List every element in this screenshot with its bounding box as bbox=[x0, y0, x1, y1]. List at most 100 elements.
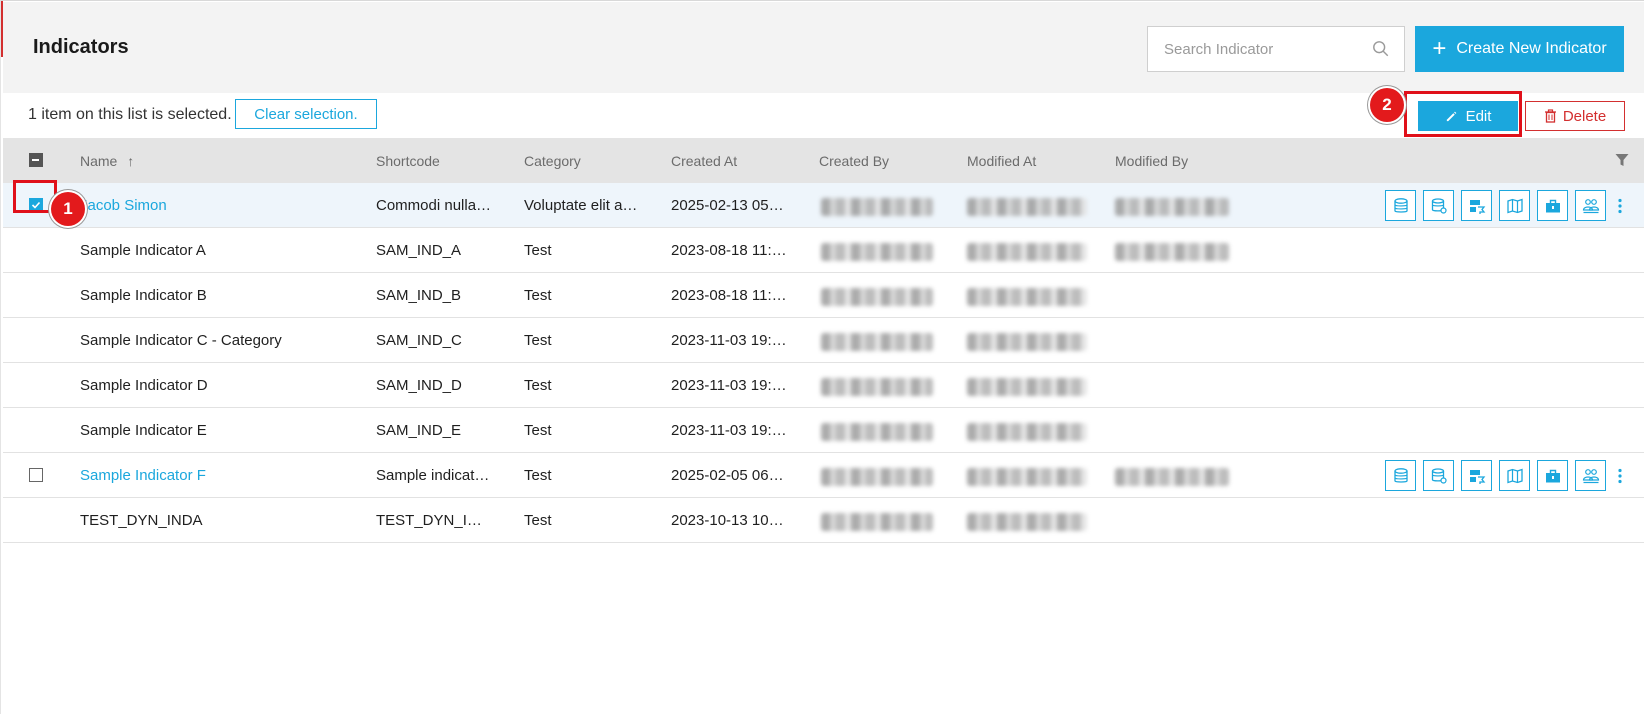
table-row[interactable]: Sample Indicator A SAM_IND_A Test 2023-08-1… bbox=[3, 228, 1644, 273]
database-icon bbox=[1392, 197, 1410, 215]
create-new-indicator-label: Create New Indicator bbox=[1456, 40, 1607, 57]
database-icon bbox=[1392, 467, 1410, 485]
cell-category: Test bbox=[524, 512, 552, 529]
row-actions bbox=[1385, 190, 1627, 221]
trash-icon bbox=[1544, 109, 1556, 123]
cell-created-at: 2023-11-03 19:… bbox=[671, 422, 787, 439]
cell-name: Sample Indicator B bbox=[80, 287, 207, 304]
column-header-name[interactable]: Name ↑ bbox=[80, 153, 134, 169]
layout-flag-action-button[interactable] bbox=[1461, 460, 1492, 491]
briefcase-lock-icon bbox=[1544, 197, 1562, 215]
indicators-table: Name ↑ Shortcode Category Created At Cre… bbox=[3, 138, 1644, 543]
created-by-redacted bbox=[821, 423, 933, 441]
layout-flag-icon bbox=[1468, 467, 1486, 485]
modified-by-redacted bbox=[1115, 468, 1229, 486]
cell-shortcode: SAM_IND_E bbox=[376, 422, 462, 439]
database-action-button[interactable] bbox=[1385, 190, 1416, 221]
modified-by-redacted bbox=[1115, 198, 1229, 216]
cell-name: TEST_DYN_INDA bbox=[80, 512, 203, 529]
database-action-button[interactable] bbox=[1385, 460, 1416, 491]
cell-category: Test bbox=[524, 422, 552, 439]
cell-created-at: 2023-11-03 19:… bbox=[671, 377, 787, 394]
delete-button[interactable]: Delete bbox=[1525, 101, 1625, 131]
annotation-highlight-edit bbox=[1404, 91, 1522, 137]
map-icon bbox=[1506, 467, 1524, 485]
database-settings-icon bbox=[1430, 197, 1448, 215]
layout-flag-icon bbox=[1468, 197, 1486, 215]
modified-at-redacted bbox=[967, 513, 1087, 531]
modified-by-redacted bbox=[1115, 243, 1229, 261]
created-by-redacted bbox=[821, 513, 933, 531]
modified-at-redacted bbox=[967, 333, 1087, 351]
search-box[interactable] bbox=[1147, 26, 1405, 72]
table-row[interactable]: Sample Indicator F Sample indicat… Test 202… bbox=[3, 453, 1644, 498]
plus-icon: + bbox=[1432, 35, 1447, 62]
column-header-shortcode[interactable]: Shortcode bbox=[376, 153, 440, 169]
modified-at-redacted bbox=[967, 288, 1087, 306]
map-icon bbox=[1506, 197, 1524, 215]
database-settings-action-button[interactable] bbox=[1423, 460, 1454, 491]
map-action-button[interactable] bbox=[1499, 190, 1530, 221]
cell-shortcode: SAM_IND_B bbox=[376, 287, 462, 304]
create-new-indicator-button[interactable]: + Create New Indicator bbox=[1415, 26, 1624, 72]
cell-category: Test bbox=[524, 332, 552, 349]
table-row[interactable]: Sample Indicator D SAM_IND_D Test 2023-11-0… bbox=[3, 363, 1644, 408]
delete-label: Delete bbox=[1562, 107, 1607, 125]
table-row[interactable]: Sample Indicator C - Category SAM_IND_C Te… bbox=[3, 318, 1644, 363]
modified-at-redacted bbox=[967, 468, 1087, 486]
annotation-badge-1: 1 bbox=[51, 192, 85, 226]
cell-category: Voluptate elit a… bbox=[524, 197, 638, 214]
column-header-created-by[interactable]: Created By bbox=[819, 153, 889, 169]
table-row[interactable]: Jacob Simon Commodi nulla… Voluptate elit … bbox=[3, 183, 1644, 228]
database-settings-icon bbox=[1430, 467, 1448, 485]
sort-ascending-icon: ↑ bbox=[127, 153, 135, 169]
briefcase-lock-action-button[interactable] bbox=[1537, 460, 1568, 491]
briefcase-lock-action-button[interactable] bbox=[1537, 190, 1568, 221]
filter-icon[interactable] bbox=[1615, 153, 1629, 167]
cell-created-at: 2023-08-18 11:… bbox=[671, 242, 787, 259]
table-row[interactable]: TEST_DYN_INDA TEST_DYN_I… Test 2023-10-13 1… bbox=[3, 498, 1644, 543]
modified-at-redacted bbox=[967, 378, 1087, 396]
cell-shortcode: SAM_IND_D bbox=[376, 377, 462, 394]
column-header-created-at[interactable]: Created At bbox=[671, 153, 737, 169]
selection-status-text: 1 item on this list is selected. bbox=[28, 106, 232, 123]
clear-selection-button[interactable]: Clear selection. bbox=[235, 99, 377, 129]
created-by-redacted bbox=[821, 198, 933, 216]
page-title: Indicators bbox=[33, 36, 129, 58]
created-by-redacted bbox=[821, 288, 933, 306]
group-users-action-button[interactable] bbox=[1575, 460, 1606, 491]
more-options-icon[interactable] bbox=[1613, 190, 1627, 221]
modified-at-redacted bbox=[967, 198, 1087, 216]
created-by-redacted bbox=[821, 243, 933, 261]
search-icon[interactable] bbox=[1372, 40, 1390, 58]
cell-category: Test bbox=[524, 377, 552, 394]
layout-flag-action-button[interactable] bbox=[1461, 190, 1492, 221]
column-header-modified-by[interactable]: Modified By bbox=[1115, 153, 1188, 169]
annotation-badge-2: 2 bbox=[1370, 88, 1404, 122]
cell-created-at: 2023-11-03 19:… bbox=[671, 332, 787, 349]
column-header-category[interactable]: Category bbox=[524, 153, 581, 169]
cell-shortcode: SAM_IND_C bbox=[376, 332, 462, 349]
cell-created-at: 2023-10-13 10… bbox=[671, 512, 784, 529]
cell-name: Sample Indicator A bbox=[80, 242, 206, 259]
cell-category: Test bbox=[524, 242, 552, 259]
table-header: Name ↑ Shortcode Category Created At Cre… bbox=[3, 138, 1644, 183]
map-action-button[interactable] bbox=[1499, 460, 1530, 491]
column-header-modified-at[interactable]: Modified At bbox=[967, 153, 1036, 169]
modified-at-redacted bbox=[967, 243, 1087, 261]
cell-shortcode: TEST_DYN_I… bbox=[376, 512, 482, 529]
table-row[interactable]: Sample Indicator B SAM_IND_B Test 2023-08-1… bbox=[3, 273, 1644, 318]
table-body: Jacob Simon Commodi nulla… Voluptate elit … bbox=[3, 183, 1644, 543]
indicator-name-link[interactable]: Sample Indicator F bbox=[80, 467, 350, 484]
row-checkbox[interactable] bbox=[29, 468, 43, 482]
database-settings-action-button[interactable] bbox=[1423, 190, 1454, 221]
table-row[interactable]: Sample Indicator E SAM_IND_E Test 2023-11-0… bbox=[3, 408, 1644, 453]
indicator-name-link[interactable]: Jacob Simon bbox=[80, 197, 350, 214]
select-all-checkbox[interactable] bbox=[29, 153, 43, 167]
more-options-icon[interactable] bbox=[1613, 460, 1627, 491]
cell-name: Sample Indicator D bbox=[80, 377, 208, 394]
search-input[interactable] bbox=[1148, 27, 1368, 71]
group-users-action-button[interactable] bbox=[1575, 190, 1606, 221]
page-header: Indicators + Create New Indicator bbox=[3, 2, 1644, 93]
created-by-redacted bbox=[821, 378, 933, 396]
